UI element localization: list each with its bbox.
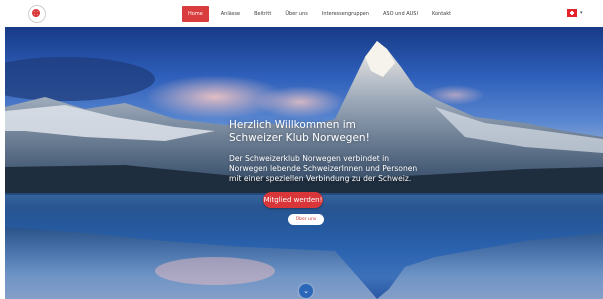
about-us-button[interactable]: Über uns	[288, 214, 324, 225]
hero-title: Herzlich Willkommen im Schweizer Klub No…	[229, 119, 370, 144]
scroll-down-button[interactable]: ⌄	[299, 284, 313, 298]
nav-item-anlaesse[interactable]: Anlässe	[219, 6, 242, 22]
become-member-button[interactable]: Mitglied werden!	[263, 192, 323, 208]
hero-section: Herzlich Willkommen im Schweizer Klub No…	[5, 27, 603, 299]
page: Home Anlässe Beitritt Über uns Interesse…	[0, 0, 603, 299]
club-logo-icon[interactable]	[28, 5, 46, 23]
site-header: Home Anlässe Beitritt Über uns Interesse…	[0, 0, 603, 28]
nav-item-beitritt[interactable]: Beitritt	[252, 6, 273, 22]
swiss-flag-icon[interactable]	[567, 9, 577, 17]
nav-item-home[interactable]: Home	[182, 6, 209, 22]
nav-item-aso-und-ausi[interactable]: ASO und AUSI	[381, 6, 420, 22]
hero-description: Der Schweizerklub Norwegen verbindet in …	[229, 154, 418, 183]
chevron-down-icon[interactable]: ▾	[580, 9, 583, 17]
chevron-down-icon: ⌄	[303, 287, 309, 295]
nav-item-kontakt[interactable]: Kontakt	[430, 6, 453, 22]
main-nav: Home Anlässe Beitritt Über uns Interesse…	[182, 6, 453, 22]
nav-item-interessengruppen[interactable]: Interessengruppen	[320, 6, 371, 22]
nav-item-ueber-uns[interactable]: Über uns	[283, 6, 310, 22]
